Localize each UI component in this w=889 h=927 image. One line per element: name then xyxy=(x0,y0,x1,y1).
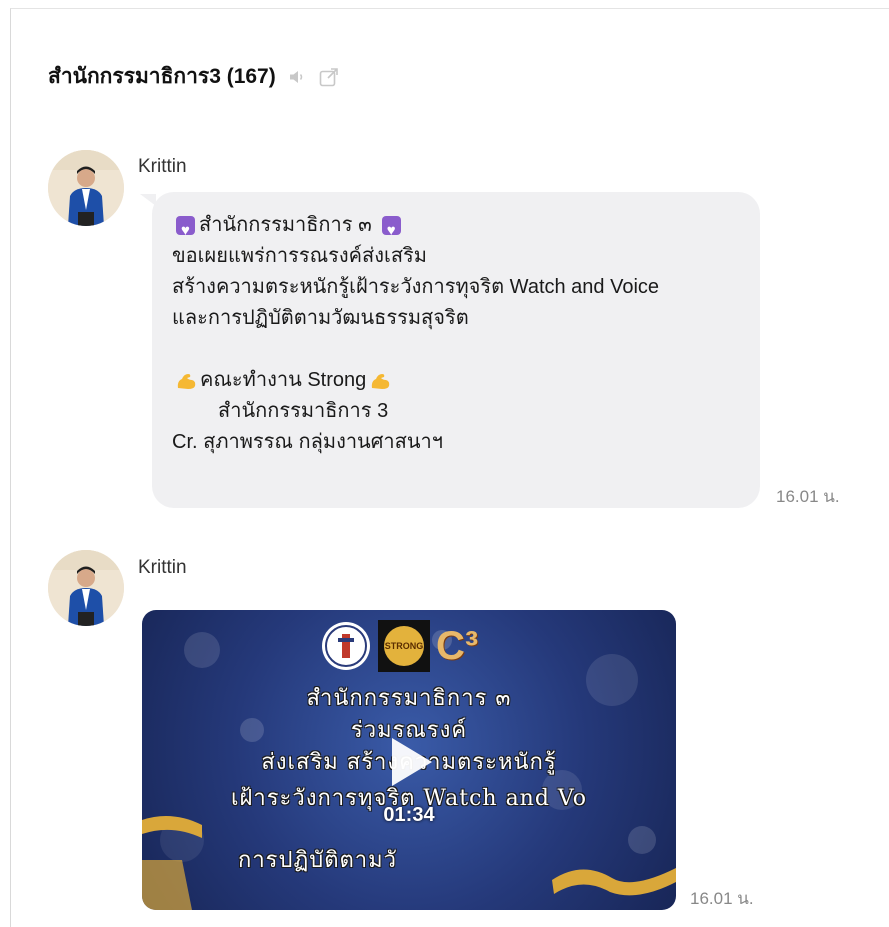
play-icon[interactable] xyxy=(382,734,438,790)
external-link-icon[interactable] xyxy=(318,66,340,88)
emblem-icon xyxy=(322,622,370,670)
avatar[interactable] xyxy=(48,550,124,626)
chat-header: สำนักกรรมาธิการ3 (167) xyxy=(48,60,340,93)
c3-logo: C³ xyxy=(436,623,479,668)
video-logos: STRONG C³ xyxy=(320,620,478,672)
video-message[interactable]: STRONG C³ สำนักกรรมาธิการ ๓ ร่วมรณรงค์ ส… xyxy=(142,610,676,910)
message-line: และการปฏิบัติตามวัฒนธรรมสุจริต xyxy=(172,307,469,329)
purple-heart-icon xyxy=(381,215,401,246)
message-timestamp: 16.01 น. xyxy=(690,889,754,908)
flexed-biceps-icon xyxy=(372,373,390,389)
chat-title: สำนักกรรมาธิการ3 (167) xyxy=(48,65,276,88)
video-overlay-text: สำนักกรรมาธิการ ๓ xyxy=(306,686,512,711)
avatar[interactable] xyxy=(48,150,124,226)
purple-heart-icon xyxy=(176,215,195,246)
message-line: ขอเผยแพร่การรณรงค์ส่งเสริม xyxy=(172,245,427,267)
sender-name: Krittin xyxy=(138,156,187,177)
text-message-bubble[interactable]: สำนักกรรมาธิการ ๓ ขอเผยแพร่การรณรงค์ส่งเ… xyxy=(152,192,760,508)
message-line-blank xyxy=(172,334,742,365)
message-line: สำนักกรรมาธิการ 3 xyxy=(218,400,389,422)
speaker-icon[interactable] xyxy=(286,66,308,88)
message-line: สร้างความตระหนักรู้เฝ้าระวังการทุจริต Wa… xyxy=(172,276,660,298)
message-timestamp: 16.01 น. xyxy=(776,487,840,506)
message-line: คณะทำงาน Strong xyxy=(172,365,742,396)
video-duration: 01:34 xyxy=(383,804,435,826)
video-overlay-text: การปฏิบัติตามวั xyxy=(238,848,397,873)
sender-name: Krittin xyxy=(138,557,187,578)
strong-logo: STRONG xyxy=(378,620,430,672)
flexed-biceps-icon xyxy=(177,373,196,389)
message-line: สำนักกรรมาธิการ ๓ xyxy=(172,210,742,246)
message-line: Cr. สุภาพรรณ กลุ่มงานศาสนาฯ xyxy=(172,431,443,453)
